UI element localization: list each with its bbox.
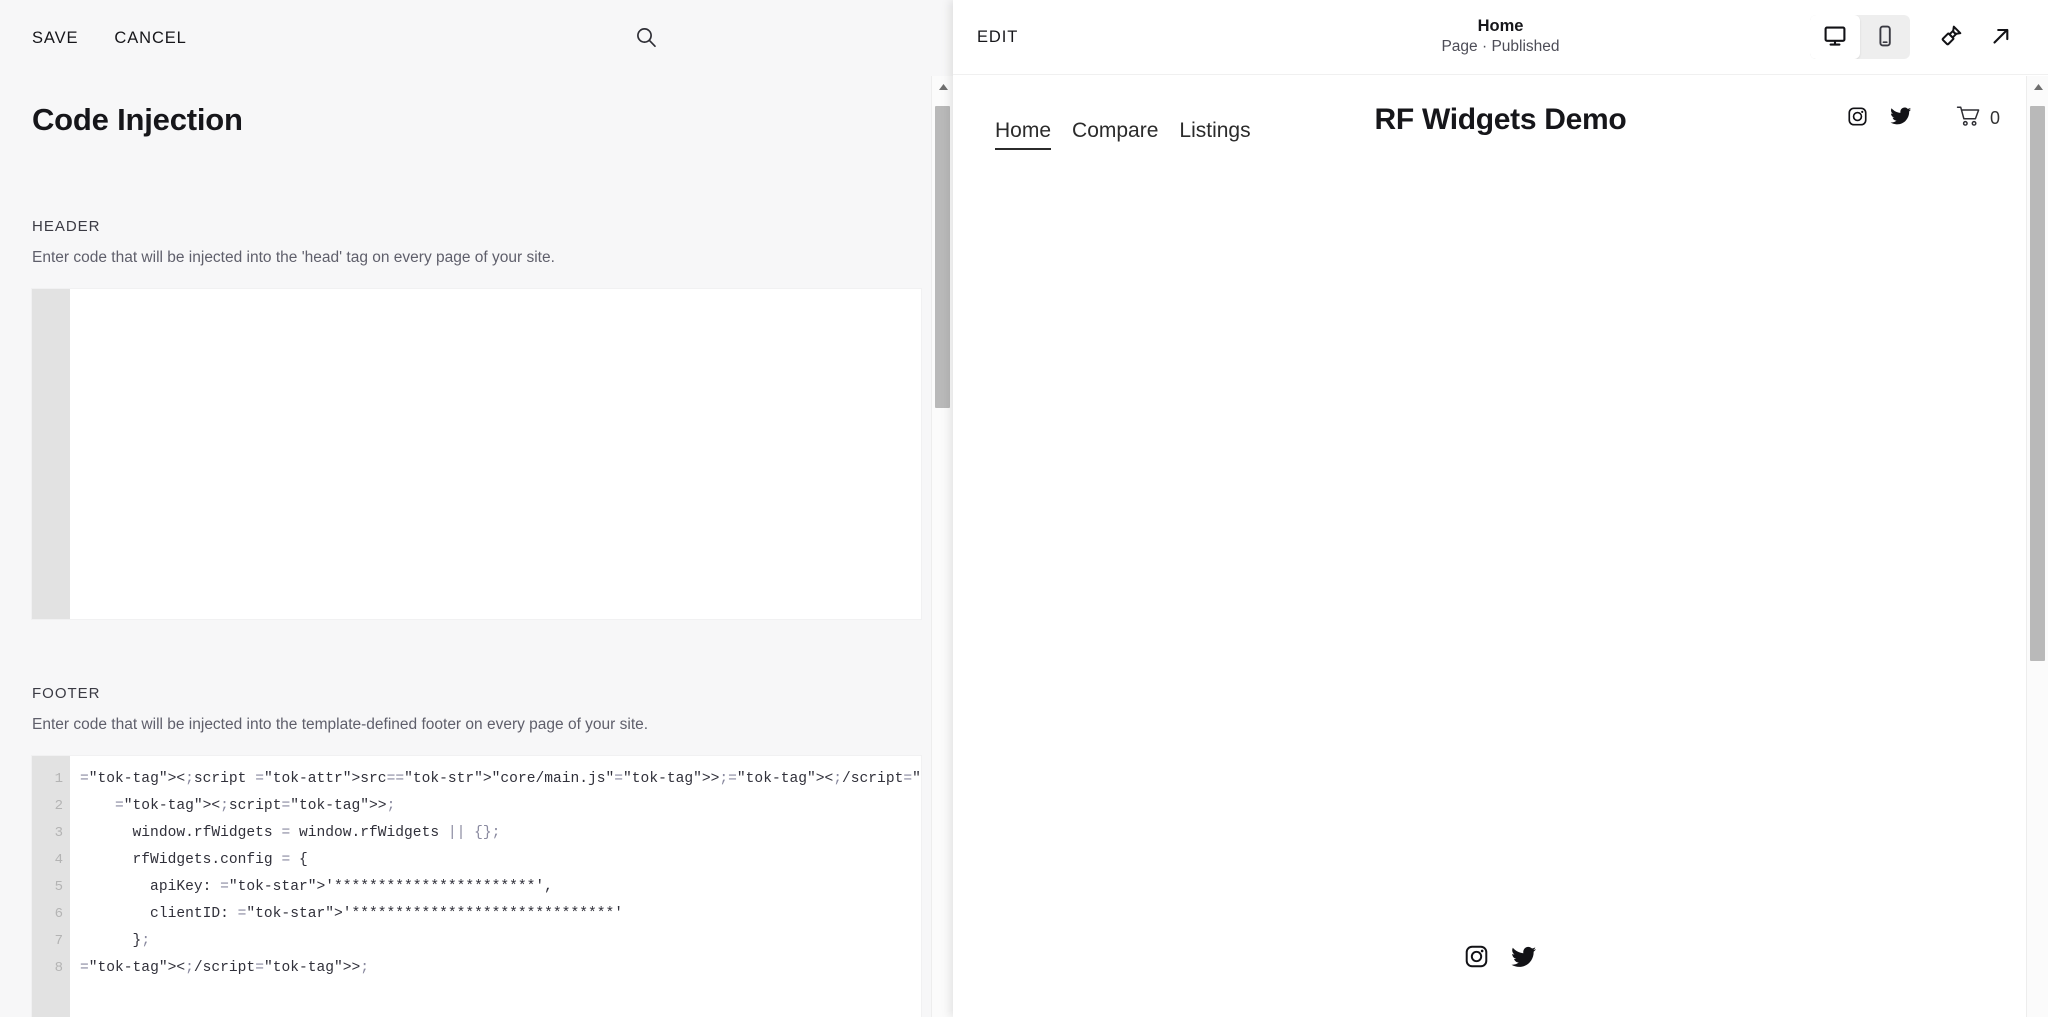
header-section: HEADER Enter code that will be injected …: [32, 218, 921, 619]
instagram-icon[interactable]: [1847, 106, 1868, 132]
cart-button[interactable]: 0: [1956, 105, 2000, 132]
save-button[interactable]: SAVE: [32, 29, 78, 48]
header-code-editor[interactable]: [32, 289, 921, 619]
preview-scrollbar-thumb[interactable]: [2030, 106, 2045, 661]
search-button[interactable]: [631, 23, 661, 53]
site-preview-panel: EDIT Home Page · Published Home Compare …: [953, 0, 2048, 1017]
mobile-icon: [1873, 24, 1897, 51]
desktop-icon: [1823, 24, 1847, 51]
edit-button[interactable]: EDIT: [977, 28, 1018, 47]
footer-section-description: Enter code that will be injected into th…: [32, 716, 649, 733]
site-navigation: Home Compare Listings RF Widgets Demo 0: [953, 75, 2048, 161]
line-number: 4: [54, 852, 63, 868]
cart-count-label: 0: [1989, 108, 2000, 128]
footer-editor-gutter: 1 2 3 4 5 6 7 8: [32, 756, 70, 1017]
header-section-description: Enter code that will be injected into th…: [32, 249, 555, 266]
cancel-button[interactable]: CANCEL: [114, 29, 186, 48]
left-toolbar: SAVE CANCEL: [0, 0, 953, 76]
paintbrush-icon: [1938, 23, 1964, 52]
footer-section-label: FOOTER: [32, 685, 101, 702]
preview-actions: [1810, 15, 2026, 59]
open-external-icon: [1989, 24, 2013, 51]
style-editor-button[interactable]: [1926, 15, 1976, 59]
twitter-icon[interactable]: [1890, 105, 1912, 132]
line-number: 1: [54, 771, 63, 787]
left-scrollbar-thumb[interactable]: [935, 106, 950, 408]
open-in-new-window-button[interactable]: [1976, 15, 2026, 59]
instagram-icon[interactable]: [1464, 944, 1489, 975]
site-nav-link-home[interactable]: Home: [995, 119, 1052, 150]
twitter-icon[interactable]: [1511, 944, 1537, 975]
line-number: 7: [54, 933, 63, 949]
app-root: SAVE CANCEL Code Injection HEADER Enter …: [0, 0, 2048, 1017]
line-number: 3: [54, 825, 63, 841]
device-desktop-button[interactable]: [1810, 15, 1860, 59]
shopping-cart-icon: [1956, 105, 1982, 132]
left-panel-scrollbar[interactable]: [931, 76, 953, 1017]
site-nav-link-compare[interactable]: Compare: [1072, 119, 1158, 148]
line-number: 6: [54, 906, 63, 922]
preview-scrollbar[interactable]: [2026, 76, 2048, 1017]
scroll-up-arrow-icon[interactable]: [932, 76, 953, 98]
code-injection-panel: SAVE CANCEL Code Injection HEADER Enter …: [0, 0, 953, 1017]
header-editor-input[interactable]: [70, 289, 921, 619]
scroll-up-arrow-icon[interactable]: [2027, 76, 2048, 98]
line-number: 2: [54, 798, 63, 814]
footer-code-editor[interactable]: 1 2 3 4 5 6 7 8 ="tok-tag"><;script ="tok-attr"…: [32, 756, 921, 1017]
device-toggle-group[interactable]: [1810, 15, 1910, 59]
header-editor-gutter: [32, 289, 70, 619]
site-footer-social: [953, 944, 2048, 975]
left-panel-body: Code Injection HEADER Enter code that wi…: [0, 76, 953, 1017]
site-nav-links: Home Compare Listings: [995, 119, 1251, 150]
device-mobile-button[interactable]: [1860, 15, 1910, 59]
page-title: Code Injection: [32, 102, 243, 137]
site-utility-icons: 0: [1847, 105, 2000, 132]
footer-editor-input[interactable]: ="tok-tag"><;script ="tok-attr">src=="to…: [70, 756, 921, 1017]
line-number: 8: [54, 960, 63, 976]
footer-section: FOOTER Enter code that will be injected …: [32, 685, 921, 1017]
header-section-label: HEADER: [32, 218, 101, 235]
preview-topbar: EDIT Home Page · Published: [953, 0, 2048, 75]
line-number: 5: [54, 879, 63, 895]
search-icon: [635, 26, 657, 51]
site-preview-frame: Home Compare Listings RF Widgets Demo 0: [953, 75, 2048, 1017]
site-nav-link-listings[interactable]: Listings: [1179, 119, 1250, 148]
